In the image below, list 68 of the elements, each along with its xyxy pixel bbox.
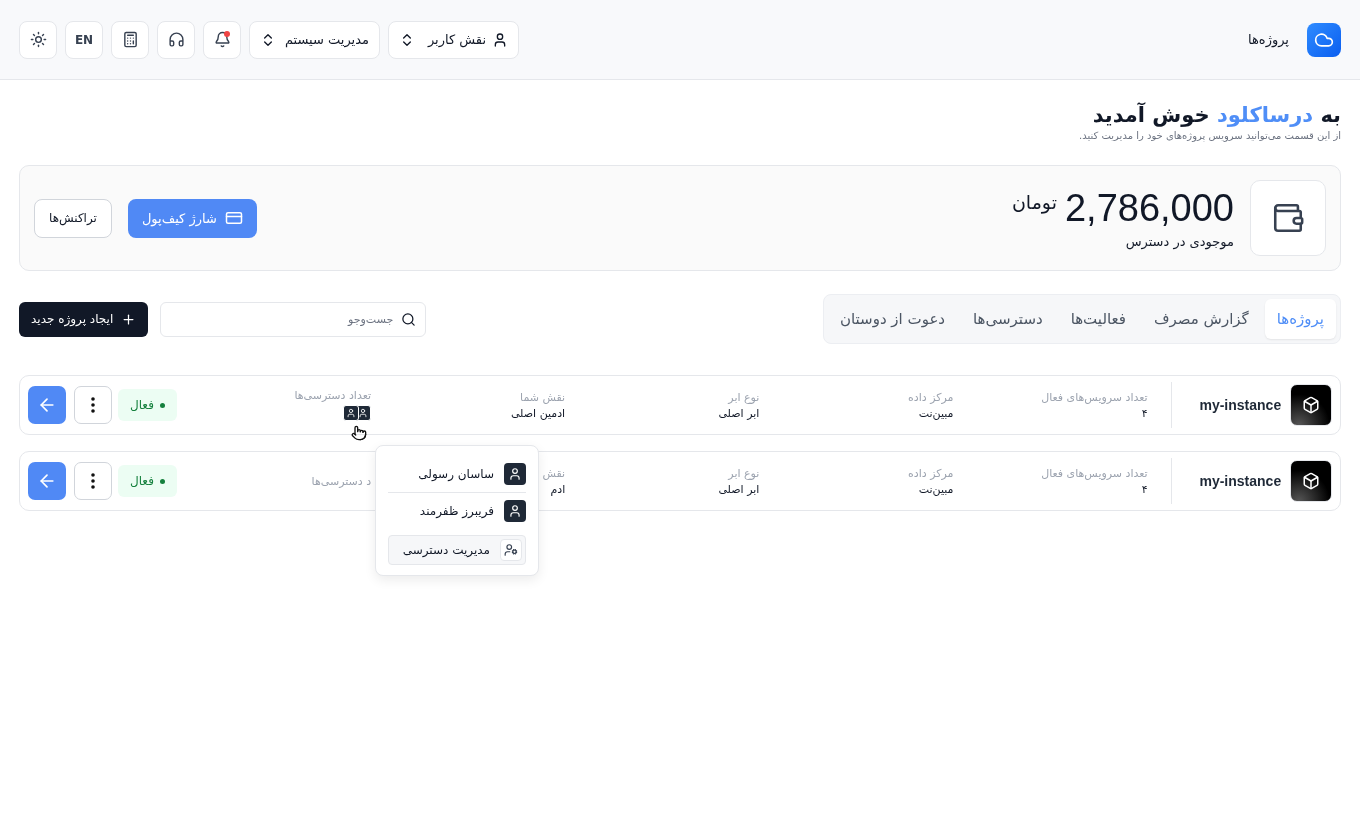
card-icon	[224, 209, 243, 227]
notification-button[interactable]	[203, 20, 241, 59]
status-badge: فعال	[117, 389, 177, 421]
currency-label: تومان	[1011, 191, 1057, 213]
column-label: مرکز داده	[908, 466, 954, 480]
headphones-icon	[167, 31, 185, 48]
nav-label[interactable]: پروژه‌ها	[1248, 32, 1289, 47]
dots-icon	[90, 397, 95, 413]
project-name[interactable]: my-instance	[1171, 473, 1291, 489]
tab[interactable]: فعالیت‌ها	[1058, 299, 1138, 339]
user-icon	[492, 31, 508, 48]
column-label: نقش شما	[520, 390, 566, 404]
balance-amount: 2,786,000	[1064, 187, 1234, 230]
avatar-icon[interactable]	[343, 405, 360, 421]
transactions-button[interactable]: تراکنش‌ها	[34, 198, 112, 238]
column-value: ادمین اصلی	[510, 406, 566, 420]
theme-button[interactable]	[19, 20, 57, 59]
welcome-subtitle: از این قسمت می‌توانید سرویس پروژه‌های خود را مدیریت کنید.	[1078, 130, 1341, 141]
user-cog-icon	[500, 539, 522, 561]
column-label: نوع ابر	[728, 466, 760, 480]
member-name[interactable]: فریبرز ظفرمند	[419, 504, 494, 518]
role-select[interactable]: نقش کاربر	[388, 20, 519, 59]
system-select[interactable]: مدیریت سیستم	[249, 20, 380, 59]
column-label: تعداد سرویس‌های فعال	[1041, 390, 1148, 404]
tab[interactable]: دعوت از دوستان	[827, 299, 958, 339]
column-value: ۴	[1141, 482, 1148, 496]
more-button[interactable]	[73, 386, 112, 424]
user-icon	[504, 463, 526, 485]
column-value: ابر اصلی	[718, 406, 760, 420]
column-label: نقش	[542, 466, 566, 480]
open-button[interactable]	[27, 462, 66, 500]
open-button[interactable]	[27, 386, 66, 424]
bell-icon	[213, 31, 231, 48]
cloud-logo-icon	[1307, 22, 1341, 57]
column-value: ۴	[1141, 406, 1148, 420]
balance-label: موجودی در دسترس	[1124, 234, 1234, 249]
tab[interactable]: دسترسی‌ها	[961, 299, 1055, 339]
create-project-button[interactable]: ایجاد پروژه جدید	[19, 301, 149, 337]
pointer-cursor-icon	[351, 425, 367, 441]
box-icon	[1290, 460, 1332, 502]
manage-access-button[interactable]: مدیریت دسترسی	[388, 535, 526, 565]
welcome-title: به درساکلود خوش آمدید	[1091, 101, 1341, 129]
column-label: نوع ابر	[728, 390, 760, 404]
column-value: ابر اصلی	[718, 482, 760, 496]
more-button[interactable]	[73, 462, 112, 500]
search-field[interactable]: جست‌وجو	[160, 301, 427, 337]
calculator-button[interactable]	[111, 20, 149, 59]
column-value: مبین‌نت	[918, 406, 954, 420]
sun-icon	[29, 31, 47, 48]
column-value: مبین‌نت	[918, 482, 954, 496]
language-button[interactable]: EN	[65, 20, 103, 59]
status-badge: فعال	[117, 465, 177, 497]
headphones-button[interactable]	[157, 20, 195, 59]
user-icon	[504, 500, 526, 522]
dots-icon	[90, 473, 95, 489]
column-label: تعداد دسترسی‌ها	[294, 389, 372, 402]
search-icon	[401, 311, 417, 327]
column-value: ادم	[550, 482, 566, 496]
plus-icon	[121, 311, 137, 327]
member-name[interactable]: ساسان رسولی	[418, 467, 494, 481]
calculator-icon	[121, 31, 139, 48]
column-label: د دسترسی‌ها	[311, 474, 372, 488]
tab[interactable]: گزارش مصرف	[1141, 299, 1261, 339]
box-icon	[1290, 384, 1332, 426]
column-label: تعداد سرویس‌های فعال	[1041, 466, 1148, 480]
wallet-icon	[1250, 180, 1326, 256]
column-label: مرکز داده	[908, 390, 954, 404]
project-name[interactable]: my-instance	[1171, 397, 1291, 413]
